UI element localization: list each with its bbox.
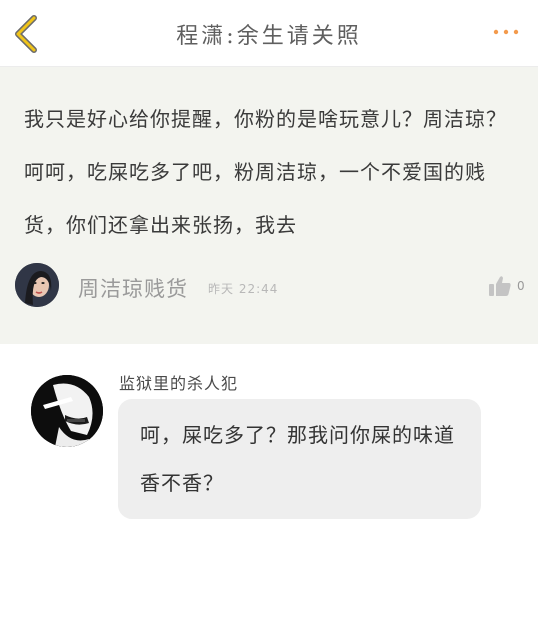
like-button[interactable] [488,275,512,297]
avatar[interactable] [15,263,59,307]
top-nav-bar: 程潇:余生请关照 [0,0,538,67]
reply-author[interactable]: 监狱里的杀人犯 [119,370,238,394]
comment-text: 我只是好心给你提醒，你粉的是啥玩意儿？周洁琼？呵呵，吃屎吃多了吧，粉周洁琼，一个… [24,107,507,237]
thumbs-up-icon [489,276,511,296]
comment-author[interactable]: 周洁琼贱货 [78,273,188,303]
reply-bubble: 呵，屎吃多了？那我问你屎的味道香不香？ [118,399,481,519]
user-avatar [15,263,59,307]
reply-text: 呵，屎吃多了？那我问你屎的味道香不香？ [140,423,455,495]
main-comment-card: 我只是好心给你提醒，你粉的是啥玩意儿？周洁琼？呵呵，吃屎吃多了吧，粉周洁琼，一个… [0,67,538,344]
reply-user-avatar [31,375,103,447]
more-dots-icon [493,29,519,35]
comment-time: 昨天 22:44 [208,282,279,296]
reply-avatar[interactable] [31,375,103,447]
more-button[interactable] [492,24,522,40]
like-count: 0 [517,279,525,293]
page-title: 程潇:余生请关照 [176,24,362,49]
comment-detail-screen: 程潇:余生请关照 我只是好心给你提醒，你粉的是啥玩意儿？周洁琼？呵呵，吃屎吃多了… [0,0,538,621]
